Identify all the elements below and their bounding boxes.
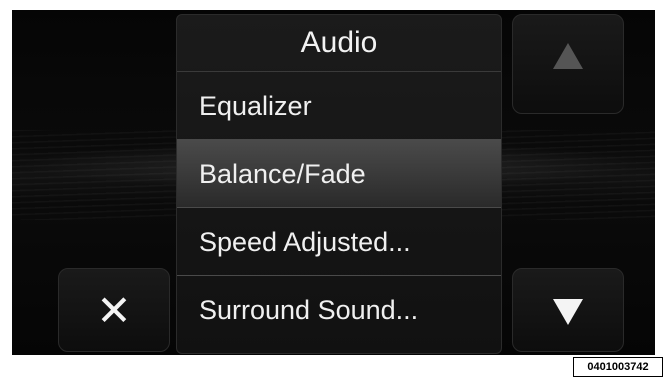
image-id-label: 0401003742 bbox=[573, 357, 663, 377]
audio-menu: Audio Equalizer Balance/Fade Speed Adjus… bbox=[176, 14, 502, 354]
menu-title: Audio bbox=[177, 15, 501, 72]
menu-item-balance-fade[interactable]: Balance/Fade bbox=[177, 140, 501, 208]
triangle-down-icon bbox=[553, 299, 583, 325]
menu-item-surround-sound[interactable]: Surround Sound... bbox=[177, 276, 501, 344]
scroll-up-button[interactable] bbox=[512, 14, 624, 114]
close-icon: ✕ bbox=[96, 287, 132, 334]
menu-item-speed-adjusted[interactable]: Speed Adjusted... bbox=[177, 208, 501, 276]
scroll-down-button[interactable] bbox=[512, 268, 624, 352]
figure-frame: ✕ Audio Equalizer Balance/Fade Speed Adj… bbox=[0, 0, 665, 381]
close-button[interactable]: ✕ bbox=[58, 268, 170, 352]
triangle-up-icon bbox=[553, 43, 583, 69]
display-screen: ✕ Audio Equalizer Balance/Fade Speed Adj… bbox=[12, 10, 655, 355]
menu-item-equalizer[interactable]: Equalizer bbox=[177, 72, 501, 140]
